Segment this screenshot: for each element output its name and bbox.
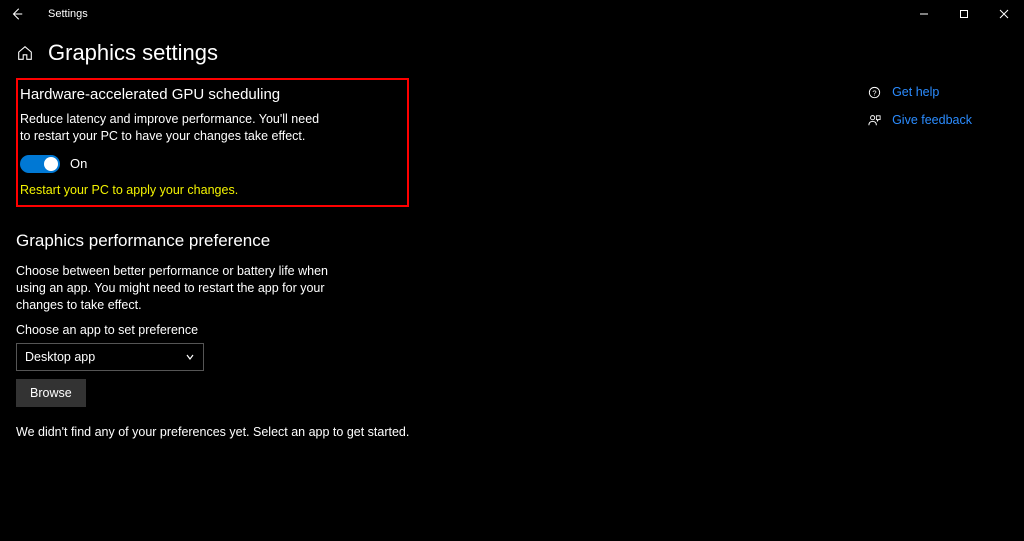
app-select-label: Choose an app to set preference [16,323,409,337]
app-type-combobox[interactable]: Desktop app [16,343,204,371]
get-help-link[interactable]: ? Get help [866,84,972,100]
window-controls [904,0,1024,28]
maximize-button[interactable] [944,0,984,28]
give-feedback-label: Give feedback [892,113,972,127]
perf-section-title: Graphics performance preference [16,231,409,251]
gpu-section-desc: Reduce latency and improve performance. … [20,111,330,145]
arrow-left-icon [10,7,24,21]
combobox-value: Desktop app [25,350,95,364]
page-title: Graphics settings [48,40,218,66]
feedback-icon [866,112,882,128]
chevron-down-icon [185,352,195,362]
browse-button[interactable]: Browse [16,379,86,407]
restart-warning: Restart your PC to apply your changes. [20,183,397,197]
perf-pref-section: Graphics performance preference Choose b… [16,231,409,440]
content: Hardware-accelerated GPU scheduling Redu… [0,74,1024,439]
browse-label: Browse [30,386,72,400]
help-icon: ? [866,84,882,100]
page-header: Graphics settings [0,28,1024,74]
gpu-section-title: Hardware-accelerated GPU scheduling [20,86,397,103]
svg-text:?: ? [872,88,876,97]
back-button[interactable] [8,5,26,23]
gpu-toggle-label: On [70,156,87,171]
get-help-label: Get help [892,85,939,99]
home-button[interactable] [16,44,34,62]
titlebar: Settings [0,0,1024,28]
perf-section-desc: Choose between better performance or bat… [16,263,356,314]
home-icon [16,44,34,62]
gpu-scheduling-section: Hardware-accelerated GPU scheduling Redu… [16,78,409,207]
close-icon [999,9,1009,19]
minimize-icon [919,9,929,19]
titlebar-left: Settings [8,5,88,23]
minimize-button[interactable] [904,0,944,28]
close-button[interactable] [984,0,1024,28]
gpu-toggle[interactable] [20,155,60,173]
side-column: ? Get help Give feedback [866,84,972,439]
app-title: Settings [48,8,88,20]
main-column: Hardware-accelerated GPU scheduling Redu… [16,74,409,439]
give-feedback-link[interactable]: Give feedback [866,112,972,128]
empty-preferences-message: We didn't find any of your preferences y… [16,425,409,439]
gpu-toggle-row: On [20,155,397,173]
maximize-icon [959,9,969,19]
